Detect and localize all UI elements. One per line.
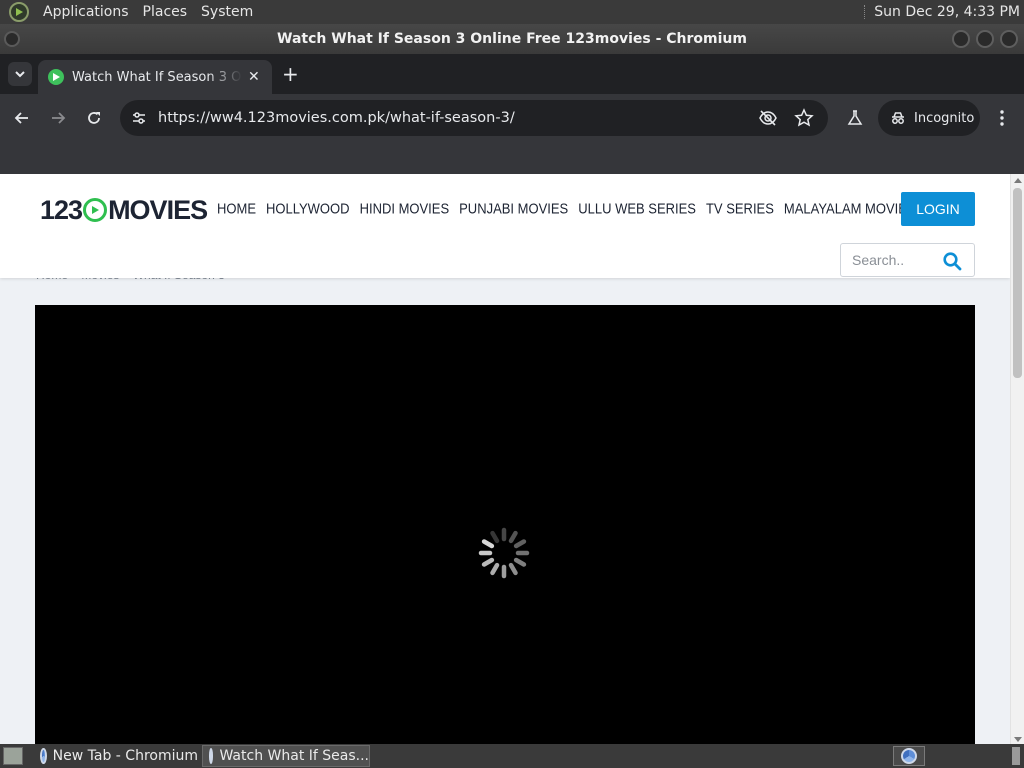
workspace-switcher[interactable]: [1012, 747, 1020, 765]
arrow-right-icon: [52, 112, 66, 124]
new-tab-button[interactable]: +: [282, 64, 299, 84]
close-window-button[interactable]: [1000, 30, 1018, 48]
tab-search-button[interactable]: [8, 62, 32, 86]
window-controls: [952, 30, 1018, 48]
login-button[interactable]: LOGIN: [901, 192, 975, 226]
nav-item-ullu-web-series[interactable]: ULLU WEB SERIES: [578, 200, 696, 217]
flask-icon: [847, 110, 863, 125]
nav-item-home[interactable]: HOME: [217, 200, 256, 217]
window-menu-button[interactable]: [4, 31, 20, 47]
spinner-dash: [490, 562, 500, 576]
nav-item-hindi-movies[interactable]: HINDI MOVIES: [360, 200, 450, 217]
spinner-dash: [490, 530, 500, 544]
tab-active[interactable]: Watch What If Season 3 Online Free 123mo…: [38, 60, 272, 94]
labs-button[interactable]: [843, 106, 867, 130]
spinner-dash: [481, 539, 495, 549]
spinner-dash: [508, 530, 518, 544]
nav-item-malayalam-movies[interactable]: MALAYALAM MOVIES: [784, 200, 916, 217]
taskbar-item-new-tab[interactable]: New Tab - Chromium: [34, 745, 198, 767]
scroll-up-arrow-icon[interactable]: [1014, 178, 1022, 183]
taskbar-item-label: New Tab - Chromium: [52, 748, 198, 764]
tray-chromium-icon[interactable]: [893, 746, 925, 766]
gnome-foot-icon[interactable]: [9, 2, 29, 22]
incognito-label: Incognito: [914, 110, 975, 126]
bottom-taskbar: New Tab - Chromium Watch What If Seas...: [0, 744, 1024, 768]
clock[interactable]: Sun Dec 29, 4:33 PM: [864, 0, 1020, 24]
page-viewport[interactable]: 123 MOVIES HOME HOLLYWOOD HINDI MOVIES P…: [0, 174, 1024, 744]
chevron-down-icon: [15, 71, 25, 78]
play-logo-icon: [83, 198, 108, 222]
spinner-icon: [478, 527, 530, 579]
nav-item-hollywood[interactable]: HOLLYWOOD: [266, 200, 350, 217]
spinner-dash: [481, 557, 495, 567]
forward-button[interactable]: [46, 106, 70, 130]
logo-text-left: 123: [40, 194, 83, 225]
scrollbar-thumb[interactable]: [1013, 188, 1022, 378]
chromium-icon: [40, 748, 47, 764]
top-panel: Applications Places System Sun Dec 29, 4…: [0, 0, 1024, 24]
page-scrollbar[interactable]: [1010, 174, 1024, 744]
site-header: 123 MOVIES HOME HOLLYWOOD HINDI MOVIES P…: [0, 174, 1010, 278]
main-nav: HOME HOLLYWOOD HINDI MOVIES PUNJABI MOVI…: [217, 200, 916, 217]
browser-toolbar: https://ww4.123movies.com.pk/what-if-sea…: [0, 94, 1024, 174]
taskbar-item-label: Watch What If Seas...: [219, 748, 369, 764]
nav-item-punjabi-movies[interactable]: PUNJABI MOVIES: [459, 200, 568, 217]
video-player[interactable]: [35, 305, 975, 744]
close-tab-icon[interactable]: ✕: [248, 69, 260, 85]
maximize-button[interactable]: [976, 30, 994, 48]
back-button[interactable]: [10, 106, 34, 130]
window-title: Watch What If Season 3 Online Free 123mo…: [277, 31, 747, 47]
reload-icon: [88, 112, 100, 124]
play-favicon-icon: [48, 69, 64, 85]
applications-menu[interactable]: Applications: [43, 4, 129, 20]
site-logo[interactable]: 123 MOVIES: [40, 192, 208, 228]
search-input[interactable]: Search..: [840, 243, 975, 277]
spinner-dash: [513, 539, 527, 549]
show-desktop-button[interactable]: [3, 747, 23, 765]
nav-item-tv-series[interactable]: TV SERIES: [706, 200, 774, 217]
url-text[interactable]: https://ww4.123movies.com.pk/what-if-sea…: [158, 110, 515, 126]
taskbar-item-watch[interactable]: Watch What If Seas...: [202, 745, 370, 767]
window-titlebar[interactable]: Watch What If Season 3 Online Free 123mo…: [0, 24, 1024, 54]
incognito-icon: [892, 112, 904, 124]
clock-text: Sun Dec 29, 4:33 PM: [874, 4, 1020, 20]
reload-button[interactable]: [82, 106, 106, 130]
tab-strip: Watch What If Season 3 Online Free 123mo…: [0, 54, 1024, 94]
kebab-menu-icon: [1000, 110, 1004, 126]
spinner-dash: [508, 562, 518, 576]
panel-separator: [864, 5, 866, 19]
address-bar[interactable]: https://ww4.123movies.com.pk/what-if-sea…: [120, 100, 828, 136]
places-menu[interactable]: Places: [143, 4, 188, 20]
tab-title: Watch What If Season 3 Online Free 123mo…: [72, 69, 242, 85]
site-info-tune-icon[interactable]: [128, 107, 150, 129]
minimize-button[interactable]: [952, 30, 970, 48]
chromium-icon: [209, 748, 214, 764]
search-icon[interactable]: [942, 251, 962, 271]
logo-text-right: MOVIES: [108, 194, 208, 225]
incognito-indicator[interactable]: Incognito: [878, 100, 980, 136]
system-menu[interactable]: System: [201, 4, 253, 20]
search-placeholder: Search..: [852, 252, 905, 268]
arrow-left-icon: [14, 112, 28, 124]
eye-slash-icon[interactable]: [758, 108, 778, 128]
browser-menu-button[interactable]: [990, 106, 1014, 130]
spinner-dash: [513, 557, 527, 567]
scroll-down-arrow-icon[interactable]: [1014, 737, 1022, 742]
bookmark-star-icon[interactable]: [794, 108, 814, 128]
